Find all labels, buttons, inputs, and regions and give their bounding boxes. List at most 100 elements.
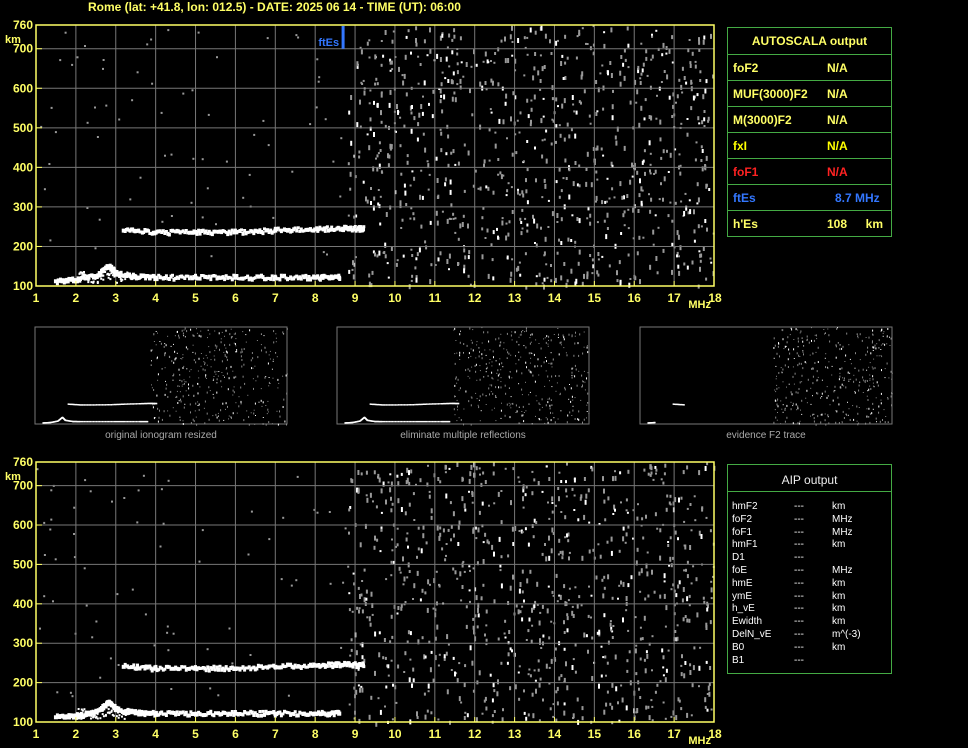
noise-dot: [207, 113, 210, 116]
thumbnail-noise: [262, 401, 264, 404]
thumbnail-noise: [780, 400, 782, 402]
thumbnail-noise: [515, 355, 516, 357]
thumbnail-noise: [834, 385, 836, 388]
trace-point: [93, 711, 96, 714]
noise-dot: [645, 56, 648, 61]
noise-dot: [690, 582, 693, 585]
trace-point: [193, 711, 198, 716]
trace-point: [233, 275, 238, 280]
noise-dot: [607, 496, 610, 501]
thumbnail-noise: [192, 351, 194, 353]
thumbnail-noise: [805, 397, 807, 399]
noise-dot: [397, 111, 400, 113]
noise-dot: [410, 279, 413, 282]
noise-dot: [546, 608, 549, 614]
trace-point: [171, 273, 174, 277]
thumbnail-noise: [528, 403, 530, 405]
thumbnail-trace: [405, 404, 407, 406]
noise-dot: [384, 30, 387, 35]
noise-dot: [316, 511, 319, 514]
noise-dot: [347, 162, 350, 166]
thumbnail-noise: [559, 394, 561, 396]
noise-dot: [440, 148, 443, 153]
noise-dot: [454, 231, 457, 234]
noise-dot: [643, 615, 646, 621]
noise-dot: [667, 214, 670, 218]
thumbnail-noise: [582, 352, 584, 355]
noise-dot: [420, 104, 423, 109]
noise-dot: [563, 631, 566, 634]
noise-dot: [446, 634, 449, 640]
noise-dot: [556, 701, 559, 706]
noise-dot: [597, 543, 600, 546]
noise-dot: [652, 229, 655, 235]
thumbnail-noise: [891, 404, 892, 407]
noise-dot: [640, 105, 643, 111]
noise-dot: [398, 566, 401, 571]
noise-dot: [585, 168, 588, 171]
noise-dot: [424, 655, 427, 659]
noise-dot: [690, 82, 693, 85]
thumbnail-noise: [782, 338, 784, 341]
noise-dot: [588, 521, 591, 524]
noise-dot: [415, 277, 418, 283]
noise-dot: [416, 252, 419, 257]
noise-dot: [638, 193, 641, 198]
thumbnail-noise: [178, 368, 180, 371]
noise-dot: [396, 543, 399, 547]
trace-point: [87, 281, 90, 284]
thumbnail-noise: [841, 383, 843, 386]
noise-dot: [566, 279, 569, 283]
thumbnail-noise: [544, 422, 546, 424]
noise-dot: [418, 112, 421, 118]
thumbnail-noise: [841, 367, 843, 370]
noise-dot: [376, 538, 379, 542]
noise-dot: [639, 590, 642, 593]
noise-dot: [541, 490, 544, 493]
noise-dot: [379, 222, 382, 226]
noise-dot: [421, 588, 424, 593]
thumbnail-noise: [209, 333, 211, 335]
thumbnail-noise: [196, 328, 197, 330]
thumbnail-noise: [799, 381, 801, 384]
noise-dot: [521, 190, 524, 195]
noise-dot: [352, 572, 355, 575]
noise-dot: [507, 232, 510, 237]
thumbnail-noise: [549, 404, 551, 407]
thumbnail-noise: [875, 347, 877, 350]
thumbnail-noise: [212, 379, 214, 381]
noise-dot: [651, 35, 654, 38]
thumbnail-noise: [588, 413, 590, 414]
thumbnail-noise: [213, 376, 215, 377]
thumbnail-noise: [579, 333, 581, 336]
noise-dot: [646, 653, 649, 659]
thumbnail-noise: [196, 423, 198, 426]
noise-dot: [522, 484, 525, 490]
thumbnail-noise: [190, 328, 192, 331]
noise-dot: [710, 587, 713, 593]
thumbnail-noise: [839, 348, 841, 351]
thumbnail-noise: [159, 341, 161, 342]
thumbnail-trace: [405, 420, 407, 423]
thumbnail-noise: [157, 373, 159, 376]
noise-dot: [477, 527, 480, 533]
noise-dot: [677, 584, 680, 589]
noise-dot: [396, 259, 399, 262]
thumbnail-noise: [242, 331, 244, 333]
thumbnail-noise: [884, 377, 886, 379]
noise-dot: [421, 111, 424, 116]
thumbnail-noise: [547, 401, 549, 404]
noise-dot: [557, 553, 560, 556]
thumbnail-noise: [891, 392, 893, 393]
noise-dot: [368, 714, 371, 720]
noise-dot: [551, 496, 554, 502]
thumbnail-noise: [878, 411, 880, 414]
thumbnail-noise: [248, 423, 250, 426]
thumbnail-trace: [119, 403, 121, 406]
noise-dot: [206, 187, 209, 190]
thumbnail-noise: [551, 386, 553, 388]
thumbnail-trace: [82, 404, 84, 406]
noise-dot: [380, 511, 383, 514]
noise-dot: [674, 201, 677, 205]
trace-point: [223, 277, 227, 282]
